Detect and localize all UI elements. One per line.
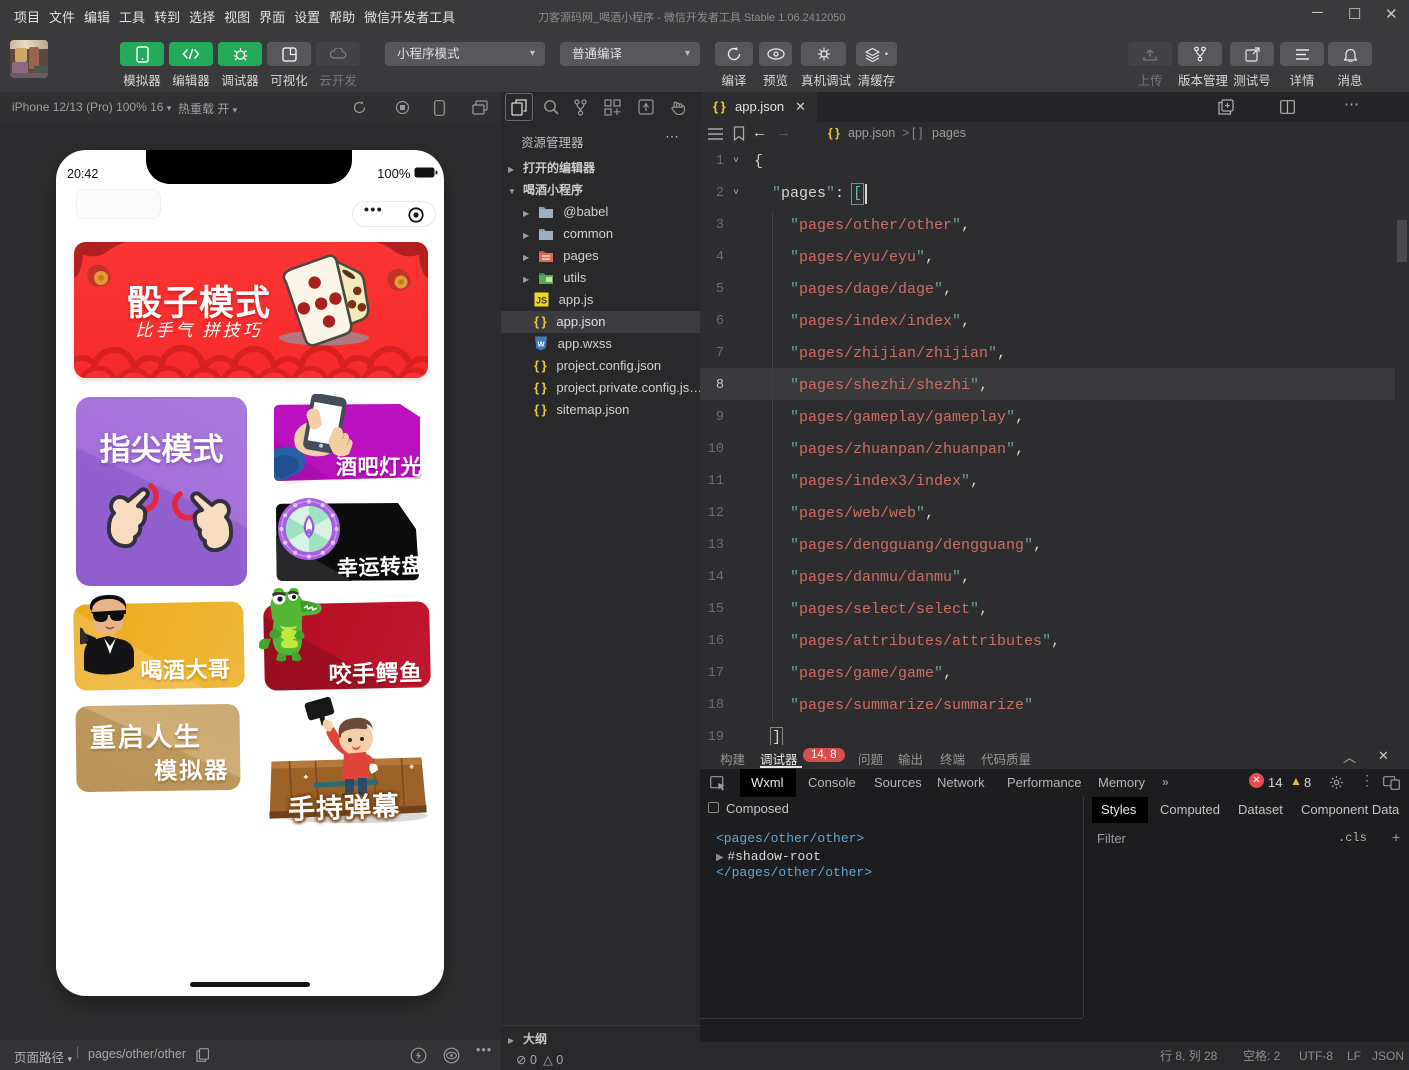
- svg-text:JS: JS: [536, 296, 547, 306]
- svg-text:W: W: [537, 340, 545, 349]
